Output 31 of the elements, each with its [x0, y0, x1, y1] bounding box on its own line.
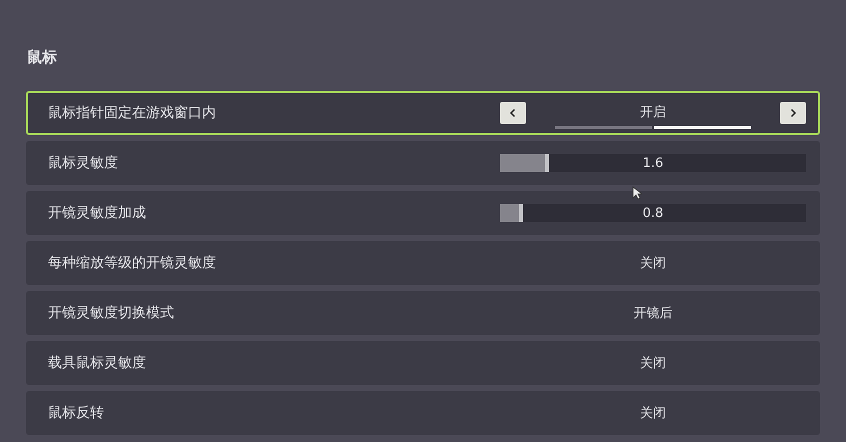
setting-value[interactable]: 关闭: [640, 254, 666, 272]
setting-label: 每种缩放等级的开镜灵敏度: [48, 254, 217, 272]
setting-label: 鼠标灵敏度: [48, 154, 119, 172]
setting-row[interactable]: 开镜灵敏度加成 0.8: [26, 191, 820, 235]
slider-value: 1.6: [642, 156, 664, 170]
setting-value[interactable]: 开镜后: [634, 304, 672, 322]
slider-fill[interactable]: [500, 204, 523, 222]
section-title: 鼠标: [27, 48, 58, 68]
setting-row[interactable]: 鼠标反转 关闭: [26, 391, 820, 435]
setting-label: 载具鼠标灵敏度: [48, 354, 147, 372]
setting-value[interactable]: 关闭: [640, 404, 666, 422]
setting-label: 鼠标反转: [48, 404, 105, 422]
slider-fill[interactable]: [500, 154, 549, 172]
previous-button[interactable]: [500, 102, 526, 124]
setting-value: 开启: [640, 104, 666, 120]
setting-value[interactable]: 关闭: [640, 354, 666, 372]
chevron-left-icon: [508, 108, 518, 118]
setting-row[interactable]: 开镜灵敏度切换模式 开镜后: [26, 291, 820, 335]
next-button[interactable]: [780, 102, 806, 124]
chevron-right-icon: [788, 108, 798, 118]
cursor-icon: [632, 186, 642, 200]
setting-row[interactable]: 载具鼠标灵敏度 关闭: [26, 341, 820, 385]
setting-row[interactable]: 每种缩放等级的开镜灵敏度 关闭: [26, 241, 820, 285]
setting-label: 开镜灵敏度加成: [48, 204, 147, 222]
slider-track[interactable]: 1.6: [500, 154, 806, 172]
setting-row[interactable]: 鼠标灵敏度 1.6: [26, 141, 820, 185]
setting-label: 鼠标指针固定在游戏窗口内: [48, 104, 217, 122]
setting-row[interactable]: 鼠标指针固定在游戏窗口内 开启: [26, 91, 820, 135]
setting-label: 开镜灵敏度切换模式: [48, 304, 175, 322]
slider-value: 0.8: [642, 206, 664, 220]
slider-track[interactable]: 0.8: [500, 204, 806, 222]
